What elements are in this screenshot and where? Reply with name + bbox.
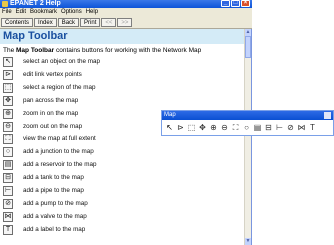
menu-help[interactable]: Help	[84, 8, 100, 17]
title-bar[interactable]: EPANET 2 Help _ □ ×	[0, 0, 252, 8]
select-object-icon: ↖	[3, 57, 13, 67]
tool-row: ⊳ edit link vertex points	[3, 69, 243, 80]
label-icon: T	[3, 224, 13, 235]
contents-button[interactable]: Contents	[1, 18, 34, 27]
palette-zoom-in-icon[interactable]: ⊕	[209, 123, 218, 133]
tool-description: select a region of the map	[23, 83, 96, 91]
print-button[interactable]: Print	[80, 18, 101, 27]
minimize-button[interactable]: _	[221, 0, 230, 7]
browse-next-button[interactable]: >>	[117, 18, 133, 27]
vertical-scrollbar[interactable]: ▲ ▼	[244, 29, 251, 245]
palette-vertex-icon[interactable]: ⊳	[176, 123, 185, 133]
pan-icon: ✥	[3, 95, 13, 106]
tool-row: ⊟ add a tank to the map	[3, 173, 243, 184]
palette-junction-icon[interactable]: ○	[242, 123, 251, 133]
window-title: EPANET 2 Help	[10, 0, 61, 7]
pump-icon: ⊘	[3, 198, 13, 209]
tool-description: zoom in on the map	[23, 109, 79, 117]
tool-description: pan across the map	[23, 96, 79, 104]
tool-row: ↖ select an object on the map	[3, 57, 243, 67]
scroll-up-icon[interactable]: ▲	[245, 29, 251, 36]
tool-description: add a junction to the map	[23, 148, 94, 156]
palette-title-bar[interactable]: Map	[162, 111, 333, 120]
tool-description: zoom out on the map	[23, 122, 83, 130]
page-title: Map Toolbar	[0, 29, 244, 44]
full-extent-icon: ⛶	[3, 134, 13, 145]
palette-full-extent-icon[interactable]: ⛶	[231, 123, 240, 133]
tool-row: ⊢ add a pipe to the map	[3, 186, 243, 196]
palette-pan-icon[interactable]: ✥	[198, 123, 207, 133]
zoom-in-icon: ⊕	[3, 108, 13, 119]
tool-row: ▤ add a reservoir to the map	[3, 160, 243, 171]
tool-description: add a valve to the map	[23, 212, 87, 220]
tank-icon: ⊟	[3, 173, 13, 184]
scroll-down-icon[interactable]: ▼	[245, 238, 251, 245]
index-button[interactable]: Index	[34, 18, 57, 27]
junction-icon: ○	[3, 147, 13, 158]
close-button[interactable]: ×	[241, 0, 250, 7]
intro-bold: Map Toolbar	[16, 47, 55, 54]
tool-description: select an object on the map	[23, 58, 101, 65]
palette-pump-icon[interactable]: ⊘	[286, 123, 295, 133]
tool-row: ✥ pan across the map	[3, 95, 243, 106]
menu-bar: File Edit Bookmark Options Help	[0, 8, 252, 17]
palette-tools: ↖ ⊳ ⬚ ✥ ⊕ ⊖ ⛶ ○ ▤ ⊟ ⊢ ⊘ ⋈ T	[162, 120, 333, 135]
palette-region-icon[interactable]: ⬚	[187, 123, 196, 133]
tool-description: add a pipe to the map	[23, 187, 84, 194]
help-content: Map Toolbar The Map Toolbar contains but…	[0, 29, 244, 245]
palette-reservoir-icon[interactable]: ▤	[253, 123, 262, 133]
palette-close-icon[interactable]	[324, 112, 331, 119]
intro-suffix: contains buttons for working with the Ne…	[54, 47, 202, 54]
tool-row: Tadd a label to the map	[3, 224, 243, 235]
palette-pipe-icon[interactable]: ⊢	[275, 123, 284, 133]
tool-description: add a reservoir to the map	[23, 161, 97, 169]
tool-description: add a tank to the map	[23, 174, 84, 182]
palette-valve-icon[interactable]: ⋈	[297, 123, 306, 133]
reservoir-icon: ▤	[3, 160, 13, 171]
intro-text: The Map Toolbar contains buttons for wor…	[0, 44, 244, 57]
select-region-icon: ⬚	[3, 82, 13, 93]
help-toolbar: Contents Index Back Print << >>	[0, 17, 252, 29]
palette-select-icon[interactable]: ↖	[165, 123, 174, 133]
zoom-out-icon: ⊖	[3, 121, 13, 132]
maximize-button[interactable]: □	[231, 0, 240, 7]
tool-description: add a pump to the map	[23, 199, 88, 207]
menu-edit[interactable]: Edit	[14, 8, 28, 17]
back-button[interactable]: Back	[57, 18, 80, 27]
map-toolbar-palette[interactable]: Map ↖ ⊳ ⬚ ✥ ⊕ ⊖ ⛶ ○ ▤ ⊟ ⊢ ⊘ ⋈ T	[161, 110, 334, 136]
tool-row: ⊘ add a pump to the map	[3, 198, 243, 209]
tool-description: edit link vertex points	[23, 70, 82, 78]
menu-bookmark[interactable]: Bookmark	[28, 8, 59, 17]
menu-options[interactable]: Options	[59, 8, 84, 17]
menu-file[interactable]: File	[0, 8, 14, 17]
tool-description: view the map at full extent	[23, 135, 96, 143]
scroll-thumb[interactable]	[245, 36, 251, 58]
palette-label-icon[interactable]: T	[308, 123, 317, 133]
help-app-icon	[2, 1, 8, 7]
palette-title: Map	[164, 112, 176, 118]
intro-prefix: The	[3, 47, 17, 54]
tool-row: ⋈ add a valve to the map	[3, 211, 243, 222]
vertex-icon: ⊳	[3, 69, 13, 80]
tool-row: ⬚ select a region of the map	[3, 82, 243, 93]
browse-previous-button[interactable]: <<	[101, 18, 117, 27]
tool-row: ○ add a junction to the map	[3, 147, 243, 158]
valve-icon: ⋈	[3, 211, 13, 222]
palette-tank-icon[interactable]: ⊟	[264, 123, 273, 133]
tool-description: add a label to the map	[23, 225, 86, 233]
palette-zoom-out-icon[interactable]: ⊖	[220, 123, 229, 133]
pipe-icon: ⊢	[3, 186, 13, 196]
